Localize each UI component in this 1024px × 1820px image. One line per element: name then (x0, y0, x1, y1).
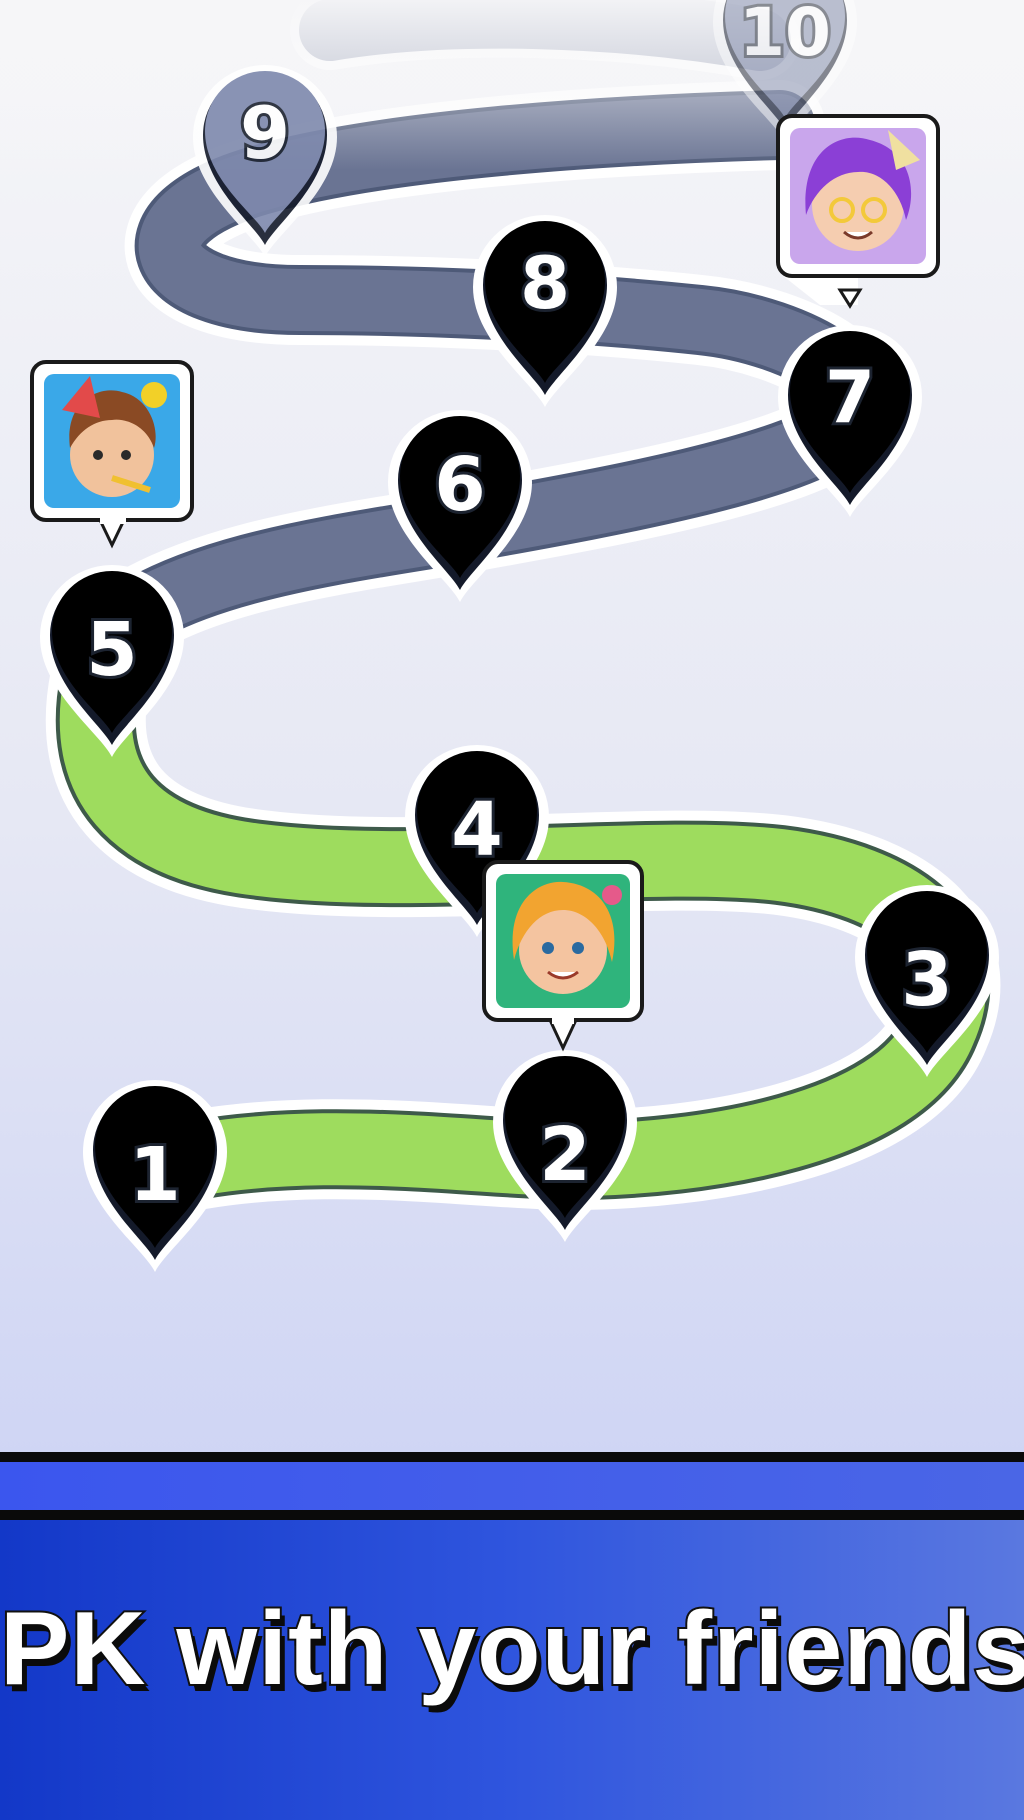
banner-stripe (0, 1452, 1024, 1520)
level-number: 7 (825, 355, 875, 439)
level-number: 6 (434, 442, 486, 528)
friend-avatar-girl[interactable] (482, 860, 644, 1052)
level-number: 3 (901, 937, 953, 1023)
level-pin-8[interactable]: 8 (473, 215, 617, 407)
level-number: 4 (451, 787, 503, 873)
friend-avatar-purple-girl[interactable] (776, 114, 940, 309)
level-number: 10 (739, 0, 831, 71)
promo-tagline: PK with your friends (0, 1589, 1024, 1709)
level-number: 8 (520, 241, 570, 325)
level-map: 10 9 8 7 6 5 4 3 2 1 (0, 0, 1024, 1272)
friend-avatar-boy[interactable] (30, 360, 194, 549)
level-pin-1[interactable]: 1 (83, 1080, 227, 1272)
level-number: 5 (86, 607, 138, 693)
level-pin-2[interactable]: 2 (493, 1050, 637, 1242)
level-number: 2 (539, 1112, 591, 1198)
level-number: 9 (240, 91, 290, 175)
level-number: 1 (129, 1132, 181, 1218)
